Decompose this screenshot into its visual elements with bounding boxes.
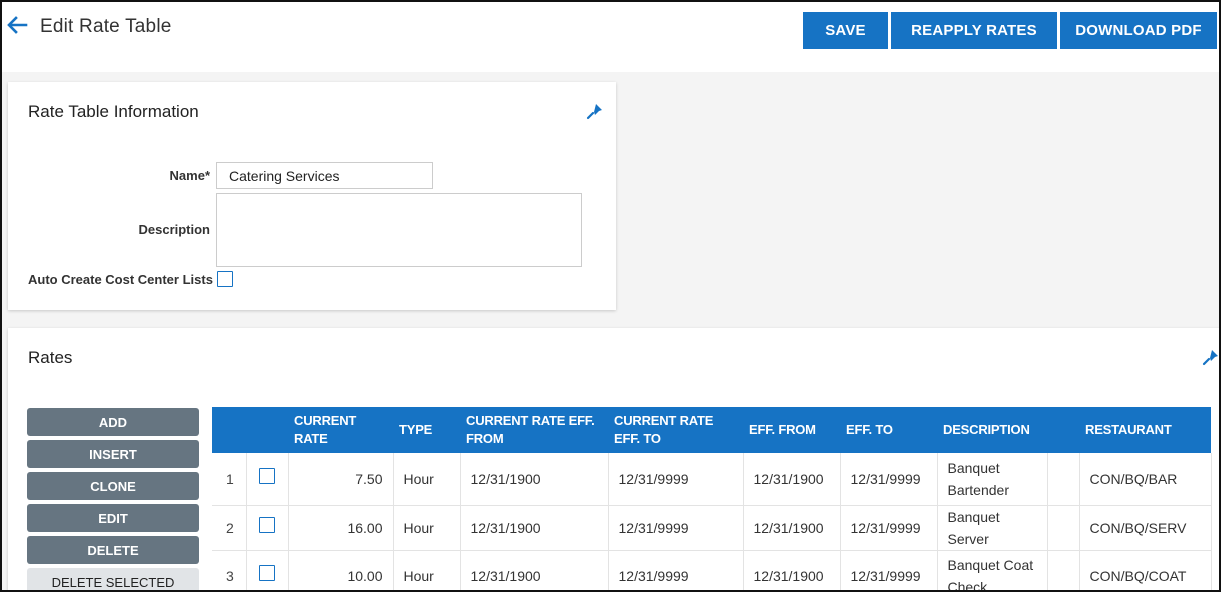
- insert-button[interactable]: INSERT: [27, 440, 199, 468]
- eff-from-cell: 12/31/1900: [743, 550, 841, 590]
- row-checkbox[interactable]: [258, 467, 275, 484]
- app-frame: Edit Rate Table SAVE REAPPLY RATES DOWNL…: [0, 0, 1221, 592]
- clone-button[interactable]: CLONE: [27, 472, 199, 500]
- table-header-row: CURRENT RATE TYPE CURRENT RATE EFF. FROM…: [212, 407, 1211, 453]
- eff-to-header[interactable]: EFF. TO: [840, 407, 937, 453]
- description-field[interactable]: [216, 193, 582, 267]
- auto-create-label: Auto Create Cost Center Lists: [28, 272, 213, 287]
- rate-eff-to-cell: 12/31/9999: [608, 550, 744, 590]
- eff-from-cell: 12/31/1900: [743, 453, 841, 506]
- pin-icon[interactable]: [586, 102, 604, 120]
- type-cell: Hour: [393, 505, 461, 551]
- blank-cell: [1047, 505, 1080, 551]
- name-field[interactable]: [216, 162, 433, 189]
- row-checkbox[interactable]: [258, 516, 275, 533]
- current-rate-cell: 16.00: [288, 505, 394, 551]
- row-index: 2: [212, 505, 247, 551]
- rate-actions: ADD INSERT CLONE EDIT DELETE DELETE SELE…: [27, 408, 199, 590]
- eff-to-cell: 12/31/9999: [840, 550, 938, 590]
- blank-header: [1047, 407, 1079, 453]
- save-button[interactable]: SAVE: [803, 12, 888, 49]
- blank-cell: [1047, 453, 1080, 506]
- table-row[interactable]: 3 10.00 Hour 12/31/1900 12/31/9999 12/31…: [212, 550, 1212, 590]
- row-index: 1: [212, 453, 247, 506]
- rate-eff-from-cell: 12/31/1900: [460, 550, 609, 590]
- page-title: Edit Rate Table: [40, 16, 172, 37]
- index-header: [212, 407, 246, 453]
- table-row[interactable]: 1 7.50 Hour 12/31/1900 12/31/9999 12/31/…: [212, 453, 1212, 506]
- type-cell: Hour: [393, 550, 461, 590]
- rate-eff-from-header[interactable]: CURRENT RATE EFF. FROM: [460, 407, 608, 453]
- edit-button[interactable]: EDIT: [27, 504, 199, 532]
- rate-eff-to-cell: 12/31/9999: [608, 505, 744, 551]
- blank-cell: [1047, 550, 1080, 590]
- download-pdf-button[interactable]: DOWNLOAD PDF: [1060, 12, 1217, 49]
- restaurant-header[interactable]: RESTAURANT: [1079, 407, 1211, 453]
- rates-table: CURRENT RATE TYPE CURRENT RATE EFF. FROM…: [212, 407, 1212, 590]
- current-rate-cell: 10.00: [288, 550, 394, 590]
- rate-eff-from-cell: 12/31/1900: [460, 453, 609, 506]
- rate-eff-to-header[interactable]: CURRENT RATE EFF. TO: [608, 407, 743, 453]
- top-bar: Edit Rate Table SAVE REAPPLY RATES DOWNL…: [2, 2, 1219, 72]
- restaurant-cell: CON/BQ/SERV: [1079, 505, 1212, 551]
- description-label: Description: [138, 222, 210, 237]
- arrow-left-icon[interactable]: [6, 14, 30, 36]
- eff-from-cell: 12/31/1900: [743, 505, 841, 551]
- select-header: [246, 407, 288, 453]
- table-row[interactable]: 2 16.00 Hour 12/31/1900 12/31/9999 12/31…: [212, 505, 1212, 551]
- rate-table-info-card: Rate Table Information Name* Description…: [8, 82, 616, 310]
- current-rate-header[interactable]: CURRENT RATE: [288, 407, 393, 453]
- reapply-rates-button[interactable]: REAPPLY RATES: [891, 12, 1057, 49]
- restaurant-cell: CON/BQ/BAR: [1079, 453, 1212, 506]
- rate-eff-from-cell: 12/31/1900: [460, 505, 609, 551]
- rate-eff-to-cell: 12/31/9999: [608, 453, 744, 506]
- description-cell: Banquet Bartender: [937, 453, 1048, 506]
- description-header[interactable]: DESCRIPTION: [937, 407, 1047, 453]
- info-card-title: Rate Table Information: [28, 102, 199, 121]
- eff-from-header[interactable]: EFF. FROM: [743, 407, 840, 453]
- name-label: Name*: [169, 168, 210, 183]
- pin-icon[interactable]: [1202, 348, 1219, 366]
- row-checkbox[interactable]: [258, 565, 275, 581]
- eff-to-cell: 12/31/9999: [840, 505, 938, 551]
- delete-button[interactable]: DELETE: [27, 536, 199, 564]
- add-button[interactable]: ADD: [27, 408, 199, 436]
- description-cell: Banquet Coat Check: [937, 550, 1048, 590]
- row-index: 3: [212, 550, 247, 590]
- description-cell: Banquet Server: [937, 505, 1048, 551]
- rates-card: Rates ADD INSERT CLONE EDIT DELETE DELET…: [8, 328, 1219, 590]
- top-actions: SAVE REAPPLY RATES DOWNLOAD PDF: [803, 12, 1217, 49]
- restaurant-cell: CON/BQ/COAT: [1079, 550, 1212, 590]
- type-cell: Hour: [393, 453, 461, 506]
- auto-create-checkbox[interactable]: [217, 271, 233, 287]
- eff-to-cell: 12/31/9999: [840, 453, 938, 506]
- type-header[interactable]: TYPE: [393, 407, 460, 453]
- rates-card-title: Rates: [28, 348, 73, 367]
- current-rate-cell: 7.50: [288, 453, 394, 506]
- delete-selected-button[interactable]: DELETE SELECTED: [27, 568, 199, 590]
